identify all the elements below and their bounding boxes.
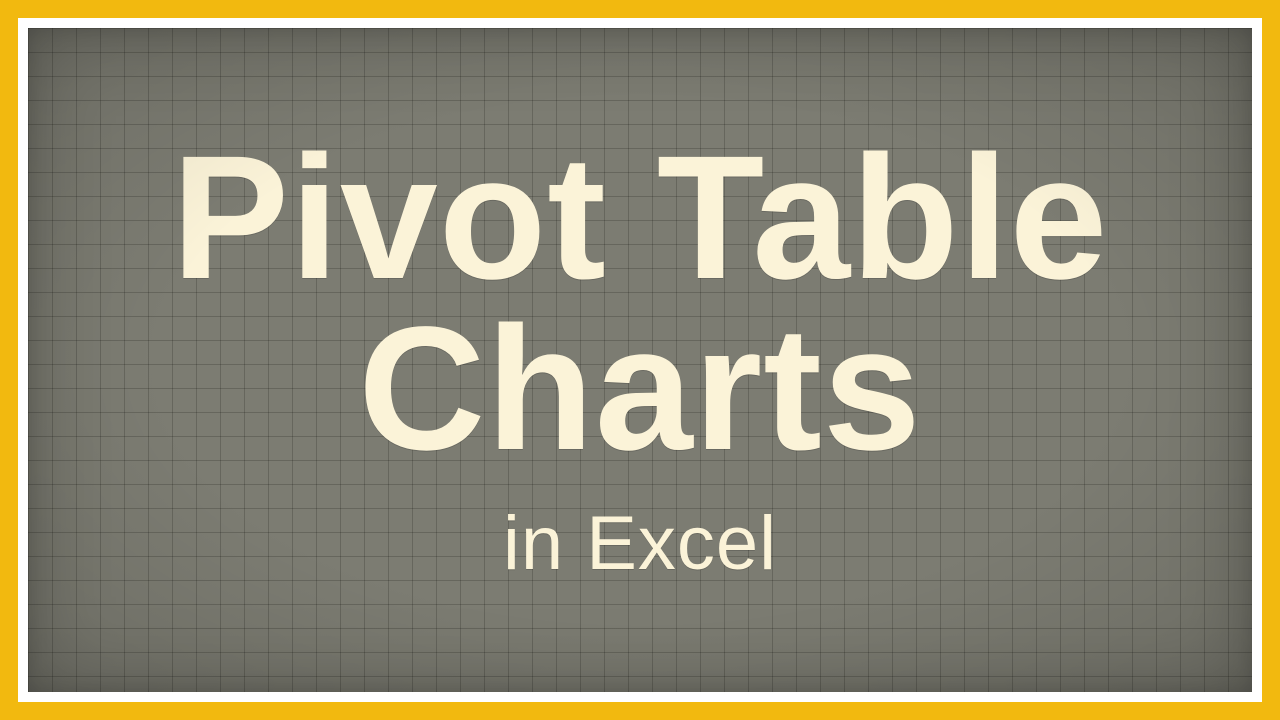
title-line-2: Charts	[358, 291, 921, 487]
title-line-1: Pivot Table	[172, 120, 1109, 316]
outer-frame: Pivot TableCharts in Excel	[0, 0, 1280, 720]
subtitle-text: in Excel	[503, 500, 777, 587]
blackboard-panel: Pivot TableCharts in Excel	[28, 28, 1252, 692]
inner-frame: Pivot TableCharts in Excel	[18, 18, 1262, 702]
title-text: Pivot TableCharts	[172, 133, 1109, 474]
